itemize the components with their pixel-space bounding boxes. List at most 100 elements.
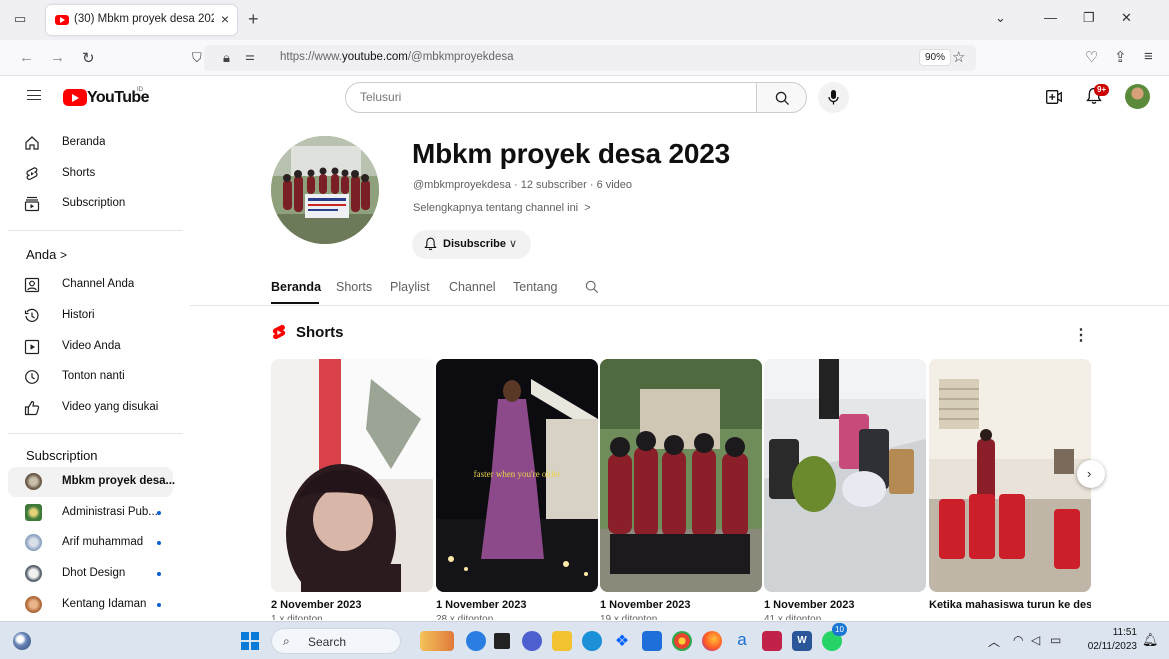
chrome-icon[interactable] xyxy=(672,631,692,651)
tab-overflow-chevron-icon[interactable]: ⌄ xyxy=(995,10,1006,26)
share-icon[interactable]: ⇪ xyxy=(1114,48,1127,66)
create-video-icon[interactable] xyxy=(1046,90,1062,104)
search-input[interactable] xyxy=(360,90,730,104)
amazon-icon[interactable]: a xyxy=(732,631,752,651)
tab-shorts[interactable]: Shorts xyxy=(336,280,372,294)
sidebar-sub-dhot[interactable]: Dhot Design xyxy=(8,559,173,589)
channel-avatar-photo xyxy=(271,136,379,244)
zoom-indicator[interactable]: 90% xyxy=(919,49,952,66)
your-videos-icon xyxy=(24,339,40,355)
chevron-down-icon: ∨ xyxy=(509,238,518,250)
new-tab-button[interactable]: + xyxy=(248,9,259,30)
dropbox-icon[interactable]: ❖ xyxy=(612,631,632,651)
tab-list-icon[interactable]: ▭ xyxy=(14,12,28,26)
short-title[interactable]: Ketika mahasiswa turun ke desa, artinya … xyxy=(929,599,1091,611)
shield-icon[interactable]: ⛉ xyxy=(192,50,202,66)
more-options-icon[interactable]: ⋮ xyxy=(1073,325,1089,345)
lock-icon[interactable]: 🔒︎ xyxy=(223,50,230,66)
copilot-icon[interactable] xyxy=(466,631,486,651)
short-title[interactable]: 1 November 2023 xyxy=(436,599,598,611)
sidebar-you-heading[interactable]: Anda > xyxy=(26,247,67,262)
restore-icon[interactable]: ❐ xyxy=(1083,10,1095,26)
channel-search-icon[interactable] xyxy=(585,280,599,294)
channel-avatar-large[interactable] xyxy=(271,136,379,244)
hamburger-menu-icon[interactable] xyxy=(27,90,41,100)
taskbar-clock[interactable]: 11:51 02/11/2023 xyxy=(1083,626,1137,654)
tab-about[interactable]: Tentang xyxy=(513,280,557,294)
channel-more-link[interactable]: Selengkapnya tentang channel ini > xyxy=(413,202,591,214)
subscribed-button[interactable]: Disubscribe ∨ xyxy=(412,230,531,259)
menu-icon[interactable]: ≡ xyxy=(1144,48,1153,65)
chat-icon[interactable] xyxy=(522,631,542,651)
short-thumbnail[interactable] xyxy=(929,359,1091,592)
sidebar-item-your-channel[interactable]: Channel Anda xyxy=(8,270,173,300)
short-views: 28 x ditonton xyxy=(436,614,494,620)
youtube-favicon-icon xyxy=(55,15,69,25)
short-title[interactable]: 2 November 2023 xyxy=(271,599,433,611)
forward-icon[interactable]: → xyxy=(50,49,65,66)
shelf-title: Shorts xyxy=(296,324,344,341)
notification-center-icon[interactable]: 🔔︎ xyxy=(1142,632,1159,648)
clock-date: 02/11/2023 xyxy=(1087,641,1137,652)
wifi-icon[interactable]: ◠ xyxy=(1013,633,1023,647)
sidebar-sub-kentang[interactable]: Kentang Idaman xyxy=(8,590,173,620)
volume-icon[interactable]: ◁ xyxy=(1031,633,1040,647)
tab-playlists[interactable]: Playlist xyxy=(390,280,430,294)
widgets-icon[interactable] xyxy=(420,631,454,651)
account-avatar[interactable] xyxy=(1125,84,1150,109)
short-thumbnail[interactable] xyxy=(600,359,762,592)
word-icon[interactable]: W xyxy=(792,631,812,651)
browser-tab-active[interactable]: (30) Mbkm proyek desa 2023 - × xyxy=(46,5,237,35)
store-icon[interactable] xyxy=(642,631,662,651)
file-explorer-icon[interactable] xyxy=(552,631,572,651)
firefox-icon[interactable] xyxy=(702,631,722,651)
sidebar-item-your-videos[interactable]: Video Anda xyxy=(8,332,173,362)
sidebar-item-label: Shorts xyxy=(62,167,96,179)
sidebar-sub-administrasi[interactable]: Administrasi Pub... xyxy=(8,498,173,528)
short-thumbnail[interactable]: faster when you're older xyxy=(436,359,598,592)
minimize-icon[interactable]: — xyxy=(1044,10,1057,25)
sidebar-item-home[interactable]: Beranda xyxy=(8,128,173,158)
new-content-dot xyxy=(157,572,161,576)
photos-icon[interactable] xyxy=(762,631,782,651)
close-tab-icon[interactable]: × xyxy=(221,11,229,27)
voice-search-button[interactable] xyxy=(818,82,849,113)
new-content-dot xyxy=(157,603,161,607)
task-view-icon[interactable] xyxy=(494,633,510,649)
sidebar-item-shorts[interactable]: Shorts xyxy=(8,159,173,189)
close-window-icon[interactable]: ✕ xyxy=(1121,10,1132,26)
sidebar-item-subscriptions[interactable]: Subscription xyxy=(8,189,173,219)
short-title[interactable]: 1 November 2023 xyxy=(600,599,762,611)
battery-icon[interactable]: ▭ xyxy=(1050,633,1061,647)
back-icon[interactable]: ← xyxy=(19,49,34,66)
pocket-icon[interactable]: ♡ xyxy=(1085,48,1098,66)
short-title[interactable]: 1 November 2023 xyxy=(764,599,926,611)
history-icon xyxy=(24,308,39,322)
tab-channels[interactable]: Channel xyxy=(449,280,496,294)
search-icon xyxy=(775,91,790,106)
tab-home[interactable]: Beranda xyxy=(271,280,321,294)
sidebar-item-history[interactable]: Histori xyxy=(8,301,173,331)
url-prefix: https://www. xyxy=(280,51,342,63)
bookmark-star-icon[interactable]: ☆ xyxy=(952,48,965,66)
show-hidden-icons-chevron-icon[interactable]: ︿ xyxy=(988,633,1000,650)
sidebar-item-watch-later[interactable]: Tonton nanti xyxy=(8,362,173,392)
url-bar[interactable]: ⛉ 🔒︎ ⚌ https://www.youtube.com/@mbkmproy… xyxy=(192,45,976,71)
shelf-next-button[interactable]: › xyxy=(1077,460,1105,488)
edge-browser-icon[interactable] xyxy=(582,631,602,651)
windows-start-icon[interactable] xyxy=(241,632,259,650)
short-thumbnail[interactable] xyxy=(764,359,926,592)
taskbar-search[interactable]: ⌕ Search xyxy=(271,628,401,654)
short-thumbnail[interactable] xyxy=(271,359,433,592)
new-content-dot xyxy=(157,511,161,515)
sidebar-sub-arif[interactable]: Arif muhammad xyxy=(8,528,173,558)
permissions-icon[interactable]: ⚌ xyxy=(245,50,255,63)
sidebar-item-liked-videos[interactable]: Video yang disukai xyxy=(8,393,173,423)
tab-title: (30) Mbkm proyek desa 2023 - xyxy=(74,13,214,25)
weather-widget-icon[interactable] xyxy=(13,632,31,650)
search-box[interactable] xyxy=(345,82,757,113)
search-button[interactable] xyxy=(756,82,807,113)
sidebar-sub-mbkm[interactable]: Mbkm proyek desa... xyxy=(8,467,175,497)
reload-icon[interactable]: ↻ xyxy=(82,49,95,67)
notification-count-badge: 9+ xyxy=(1094,84,1110,96)
